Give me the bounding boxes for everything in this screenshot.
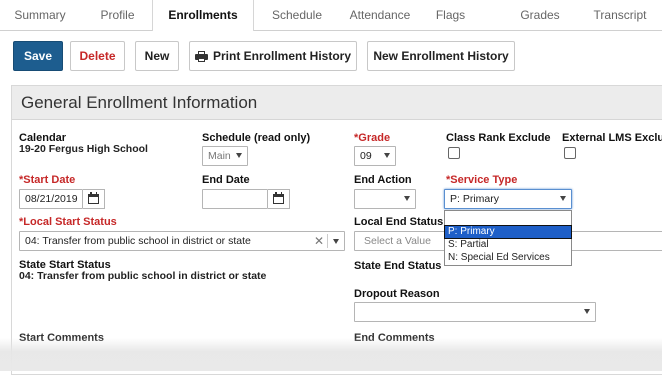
- end-action-label: End Action: [354, 174, 412, 186]
- service-type-select[interactable]: P: Primary: [444, 189, 572, 209]
- class-rank-exclude-label: Class Rank Exclude: [446, 132, 551, 144]
- end-date-calendar-button[interactable]: [268, 189, 290, 209]
- start-date-label: *Start Date: [19, 174, 76, 186]
- chevron-down-icon: [404, 196, 410, 201]
- end-action-select[interactable]: [354, 189, 416, 209]
- calendar-icon: [273, 192, 284, 204]
- calendar-value: 19-20 Fergus High School: [19, 143, 148, 155]
- service-type-option-special-ed[interactable]: N: Special Ed Services: [445, 252, 571, 264]
- end-date-input[interactable]: [202, 189, 268, 209]
- schedule-label: Schedule (read only): [202, 132, 311, 144]
- service-type-dropdown: P: Primary S: Partial N: Special Ed Serv…: [444, 210, 572, 266]
- tab-bar: Summary Profile Enrollments Schedule Att…: [0, 0, 662, 32]
- local-end-status-label: Local End Status: [354, 216, 444, 228]
- local-end-status-placeholder: Select a Value: [364, 235, 431, 247]
- print-enrollment-history-button[interactable]: Print Enrollment History: [189, 41, 357, 71]
- service-type-label: *Service Type: [446, 174, 518, 186]
- delete-button[interactable]: Delete: [70, 41, 125, 71]
- grade-select[interactable]: 09: [354, 146, 396, 166]
- dropout-reason-label: Dropout Reason: [354, 288, 440, 300]
- end-date-label: End Date: [202, 174, 250, 186]
- schedule-value: Main: [208, 150, 231, 162]
- tab-profile[interactable]: Profile: [90, 0, 145, 31]
- bottom-fade: [0, 338, 662, 371]
- grade-value: 09: [360, 150, 372, 162]
- start-date-calendar-button[interactable]: [83, 189, 105, 209]
- print-enrollment-history-label: Print Enrollment History: [212, 49, 352, 63]
- service-type-option-partial[interactable]: S: Partial: [445, 239, 571, 251]
- chevron-down-icon: [236, 153, 242, 158]
- service-type-option-primary[interactable]: P: Primary: [444, 225, 572, 239]
- start-date-input[interactable]: 08/21/2019: [19, 189, 83, 209]
- new-button[interactable]: New: [135, 41, 179, 71]
- new-enrollment-history-button[interactable]: New Enrollment History: [367, 41, 515, 71]
- local-start-status-select[interactable]: 04: Transfer from public school in distr…: [19, 231, 345, 251]
- local-start-status-value: 04: Transfer from public school in distr…: [25, 235, 251, 247]
- toolbar: Save Delete New Print Enrollment History…: [0, 31, 662, 79]
- tab-attendance[interactable]: Attendance: [340, 0, 420, 31]
- tab-schedule[interactable]: Schedule: [262, 0, 332, 31]
- class-rank-exclude-checkbox[interactable]: [448, 147, 460, 159]
- tab-transcript[interactable]: Transcript: [585, 0, 655, 31]
- clear-icon[interactable]: ✕: [314, 234, 324, 248]
- chevron-down-icon: [384, 153, 390, 158]
- section-header: General Enrollment Information: [12, 86, 662, 120]
- external-lms-exclude-checkbox[interactable]: [564, 147, 576, 159]
- save-button[interactable]: Save: [13, 41, 63, 71]
- chevron-down-icon: [584, 309, 590, 314]
- chevron-down-icon[interactable]: [333, 239, 339, 244]
- tab-flags[interactable]: Flags: [428, 0, 473, 31]
- section-title: General Enrollment Information: [21, 93, 258, 112]
- local-start-status-label: *Local Start Status: [19, 216, 117, 228]
- state-start-status-value: 04: Transfer from public school in distr…: [19, 270, 267, 282]
- select-divider: [327, 234, 328, 248]
- grade-label: *Grade: [354, 132, 391, 144]
- calendar-icon: [88, 192, 99, 204]
- tab-grades[interactable]: Grades: [510, 0, 570, 31]
- chevron-down-icon: [560, 196, 566, 201]
- service-type-option-blank[interactable]: [445, 213, 571, 225]
- dropout-reason-select[interactable]: [354, 302, 596, 322]
- tab-enrollments[interactable]: Enrollments: [152, 0, 254, 32]
- state-end-status-label: State End Status: [354, 260, 442, 272]
- tab-summary[interactable]: Summary: [10, 0, 70, 31]
- printer-icon: [194, 50, 208, 62]
- external-lms-exclude-label: External LMS Exclude: [562, 132, 662, 144]
- schedule-select: Main: [202, 146, 248, 166]
- service-type-value: P: Primary: [450, 193, 500, 205]
